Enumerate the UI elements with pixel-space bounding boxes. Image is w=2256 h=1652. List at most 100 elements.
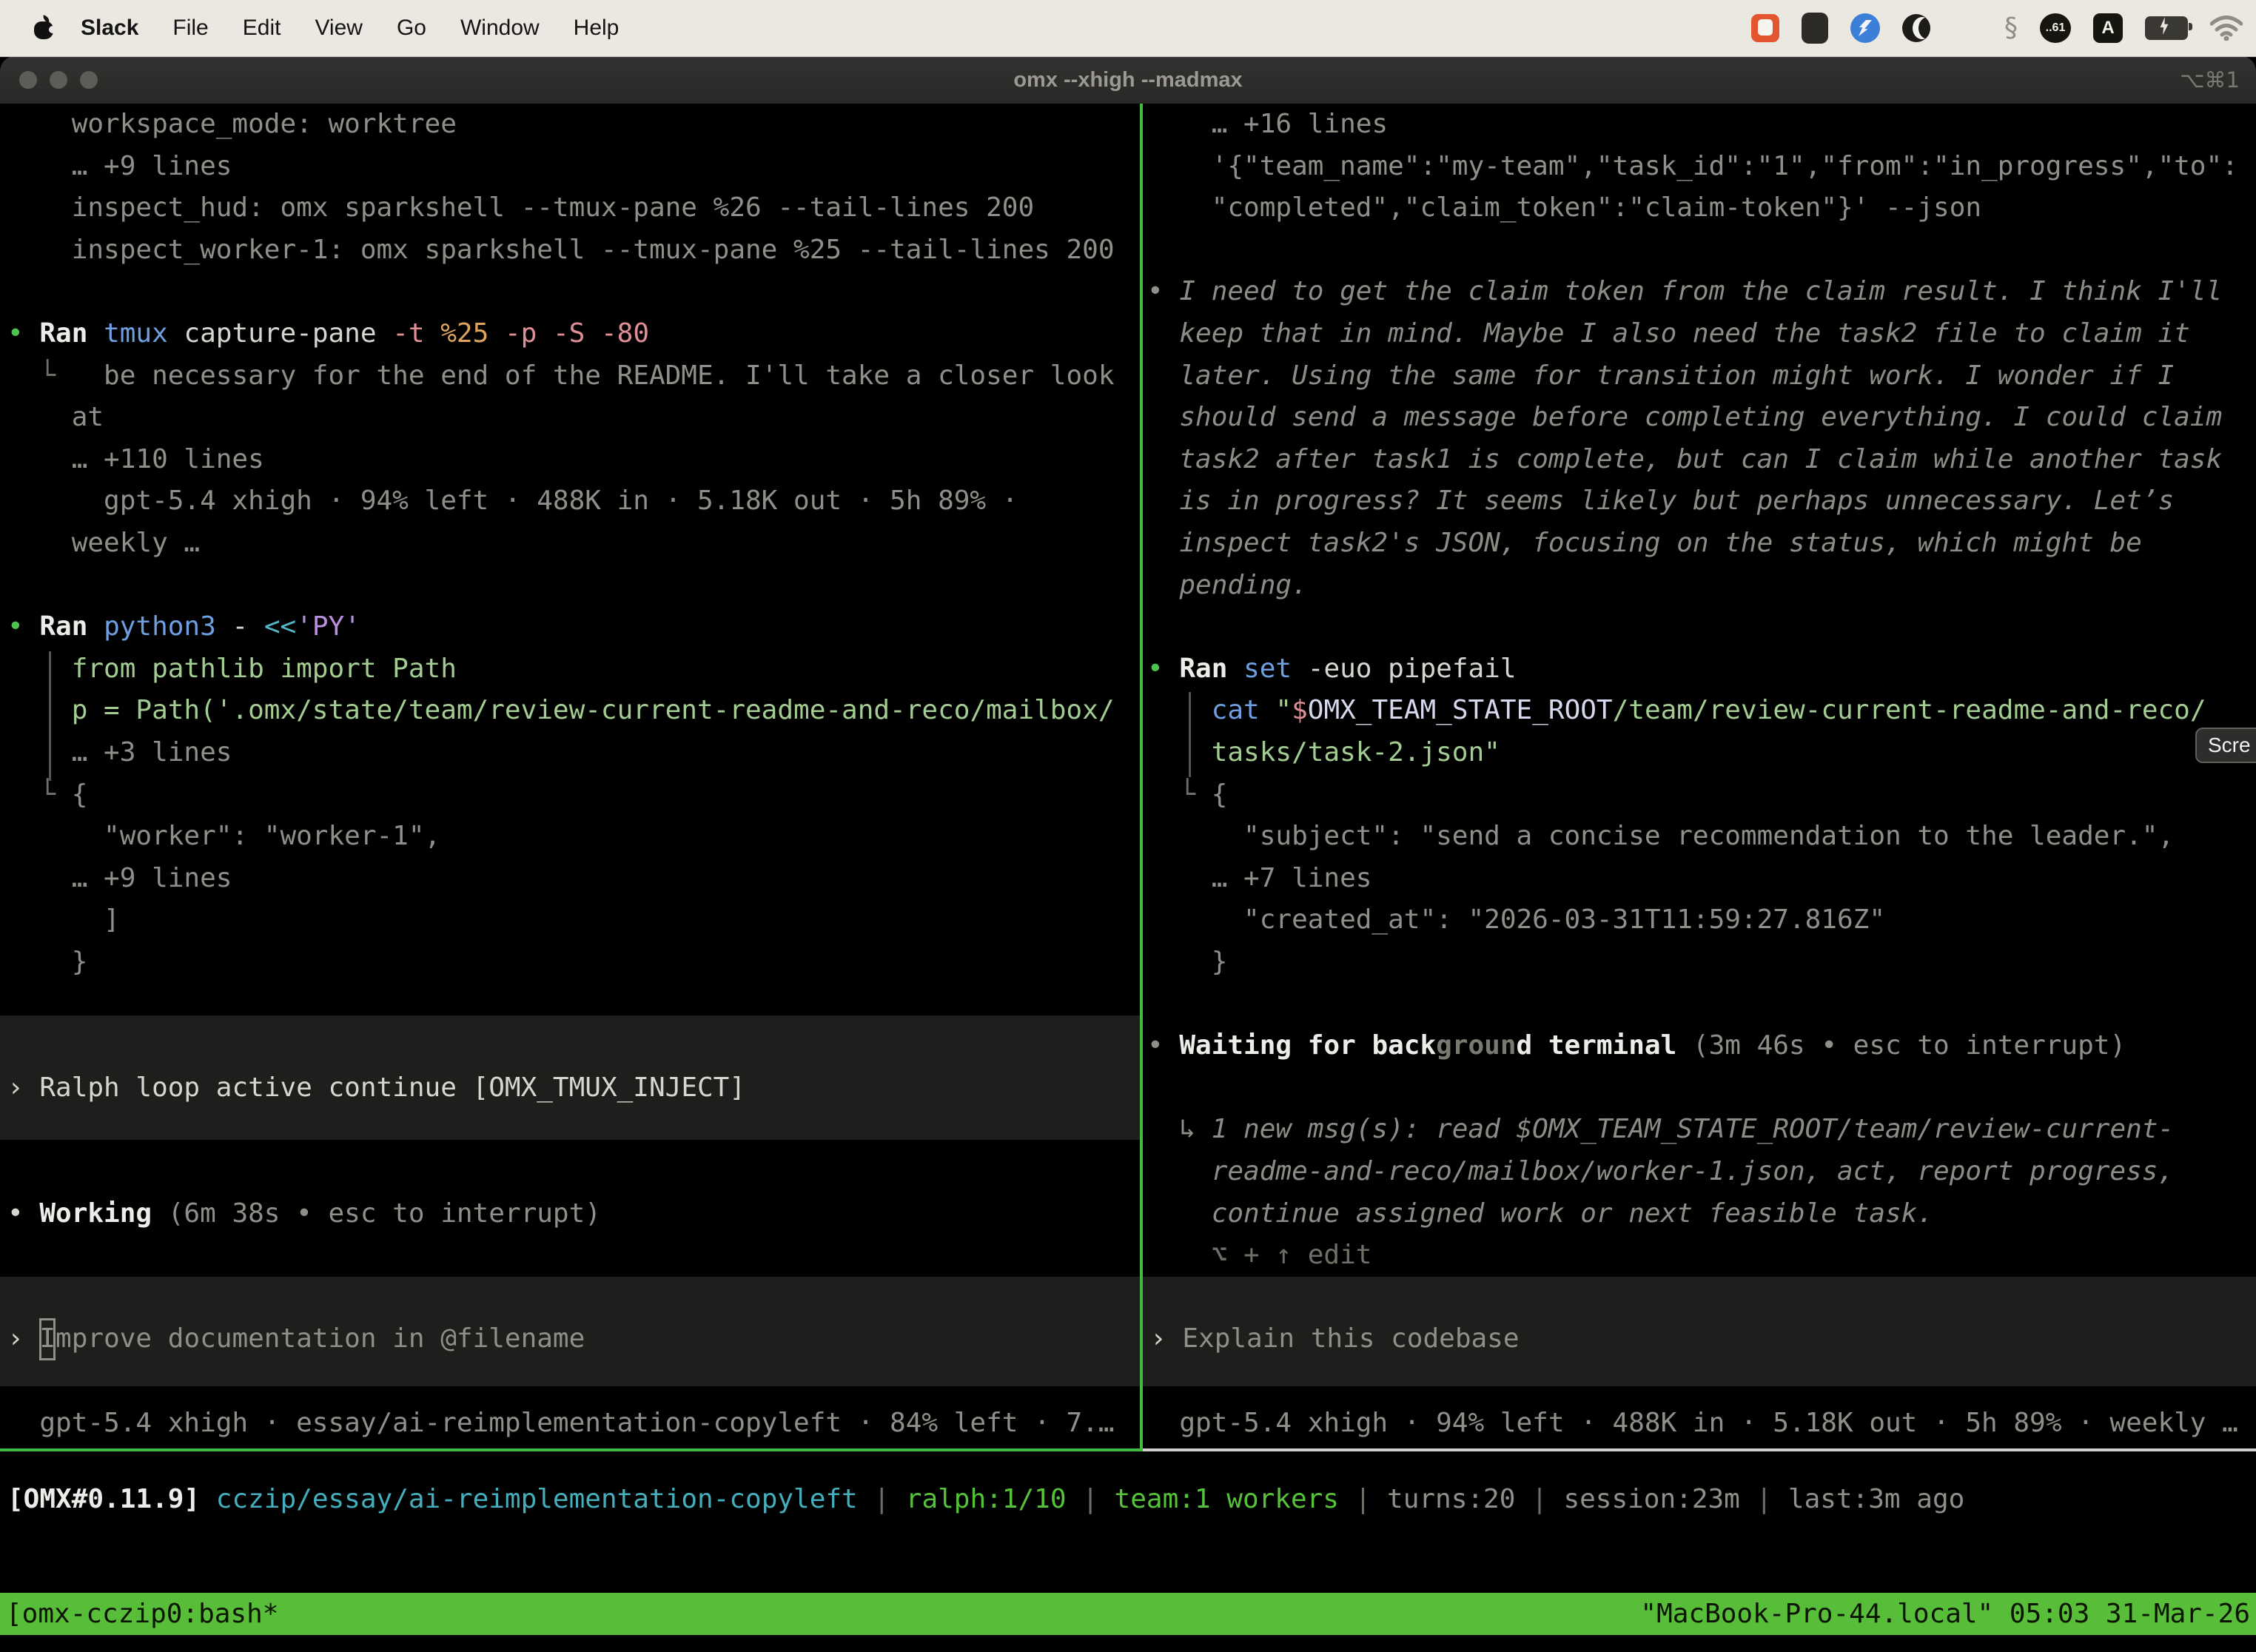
- terminal-line: "completed","claim_token":"claim-token"}…: [1147, 187, 1981, 229]
- pane-right[interactable]: … +16 lines '{"team_name":"my-team","tas…: [1147, 104, 2256, 1448]
- tmux-session-label: [omx-cczip0:bash*: [6, 1599, 278, 1629]
- text-segment: [200, 1484, 216, 1514]
- terminal-line: cat "$OMX_TEAM_STATE_ROOT/team/review-cu…: [1147, 690, 2206, 732]
- terminal-line: should send a message before completing …: [1147, 397, 2222, 439]
- text-segment: inspect task2's JSON, focusing on the st…: [1147, 528, 2142, 558]
- text-segment: gpt-5.4 xhigh · essay/ai-reimplementatio…: [7, 1408, 1115, 1438]
- text-segment: I need to get the claim token from the c…: [1179, 276, 2222, 306]
- tmux-host-clock: "MacBook-Pro-44.local" 05:03 31-Mar-26: [1640, 1599, 2250, 1629]
- terminal-line: from pathlib import Path: [7, 648, 457, 691]
- text-segment: continue assigned work or next feasible …: [1147, 1198, 1933, 1229]
- text-segment: weekly …: [7, 528, 200, 558]
- menu-help[interactable]: Help: [574, 16, 620, 41]
- terminal-line: gpt-5.4 xhigh · 94% left · 488K in · 5.1…: [7, 480, 1018, 523]
- text-segment: "completed","claim_token":"claim-token"}…: [1147, 192, 1981, 223]
- password-grid-icon[interactable]: [1802, 13, 1828, 44]
- text-segment: {: [1212, 779, 1228, 810]
- text-segment: Working: [39, 1198, 167, 1229]
- terminal-line: … +7 lines: [1147, 858, 1372, 900]
- terminal-line: pending.: [1147, 565, 1308, 607]
- terminal-content: › Ralph loop active continue [OMX_TMUX_I…: [0, 104, 2256, 1652]
- moon-icon[interactable]: [1902, 14, 1930, 42]
- text-segment: … +9 lines: [7, 863, 232, 893]
- apple-menu-icon[interactable]: [33, 16, 55, 41]
- terminal-line: … +110 lines: [7, 439, 264, 481]
- text-segment: -euo pipefail: [1308, 654, 1517, 684]
- terminal-line: • Waiting for background terminal (3m 46…: [1147, 1025, 2126, 1067]
- text-segment: •: [7, 611, 39, 642]
- terminal-line: • I need to get the claim token from the…: [1147, 271, 2222, 313]
- text-segment: pending.: [1147, 570, 1308, 600]
- text-segment: … +7 lines: [1147, 863, 1372, 893]
- input-source-badge[interactable]: A: [2093, 13, 2123, 43]
- terminal-line: └ {: [1147, 774, 1227, 816]
- menu-edit[interactable]: Edit: [243, 16, 281, 41]
- menu-file[interactable]: File: [172, 16, 208, 41]
- terminal-line: "subject": "send a concise recommendatio…: [1147, 816, 2174, 858]
- indent-guide: [1189, 692, 1191, 777]
- menu-go[interactable]: Go: [397, 16, 426, 41]
- text-segment: └: [7, 360, 104, 391]
- pane-left[interactable]: workspace_mode: worktree … +9 lines insp…: [7, 104, 1140, 1448]
- text-segment: groun: [1436, 1030, 1516, 1061]
- text-segment: set: [1243, 654, 1308, 684]
- text-segment: team:1 workers: [1115, 1484, 1339, 1514]
- text-segment: -80: [601, 318, 649, 349]
- messenger-icon[interactable]: [1850, 13, 1880, 43]
- text-segment: Ran: [39, 318, 104, 349]
- text-segment: └: [1147, 779, 1212, 810]
- text-segment: … +9 lines: [7, 151, 232, 181]
- text-segment: 'PY': [296, 611, 360, 642]
- text-segment: |: [1067, 1484, 1115, 1514]
- text-segment: capture-pane: [184, 318, 392, 349]
- terminal-line: inspect_hud: omx sparkshell --tmux-pane …: [7, 187, 1034, 229]
- terminal-line: weekly …: [7, 523, 200, 565]
- wifi-icon[interactable]: [2210, 16, 2243, 41]
- menu-view[interactable]: View: [315, 16, 362, 41]
- terminal-line: … +16 lines: [1147, 104, 1388, 146]
- text-segment: •: [1147, 276, 1179, 306]
- omx-status-line: [OMX#0.11.9] cczip/essay/ai-reimplementa…: [7, 1479, 1964, 1521]
- text-segment: Ran: [1179, 654, 1243, 684]
- text-segment: 1 new msg(s): read $OMX_TEAM_STATE_ROOT/…: [1212, 1114, 2174, 1144]
- text-segment: |: [858, 1484, 906, 1514]
- text-segment: d terminal: [1517, 1030, 1693, 1061]
- terminal-line: └ {: [7, 774, 87, 816]
- terminal-line: … +9 lines: [7, 858, 232, 900]
- text-segment: •: [1147, 654, 1179, 684]
- text-segment: cczip/essay/ai-reimplementation-copyleft: [216, 1484, 858, 1514]
- menu-bar: Slack File Edit View Go Window Help § ..…: [0, 0, 2256, 57]
- text-segment: task2 after task1 is complete, but can I…: [1147, 444, 2222, 474]
- text-segment: is in progress? It seems likely but perh…: [1147, 486, 2174, 516]
- text-segment: gpt-5.4 xhigh · 94% left · 488K in · 5.1…: [7, 486, 1018, 516]
- terminal-line: at: [7, 397, 104, 439]
- terminal-line: "worker": "worker-1",: [7, 816, 440, 858]
- terminal-line: ]: [7, 899, 120, 941]
- terminal-line: ↳ 1 new msg(s): read $OMX_TEAM_STATE_ROO…: [1147, 1109, 2174, 1151]
- text-segment: … +16 lines: [1147, 109, 1388, 139]
- text-segment: •: [1147, 1030, 1179, 1061]
- text-segment: -p: [505, 318, 553, 349]
- pane-divider[interactable]: [1140, 104, 1143, 1451]
- tooltip-label: Scre: [2208, 733, 2251, 757]
- screen-recording-icon[interactable]: [1751, 14, 1779, 42]
- text-segment: "worker": "worker-1",: [7, 821, 440, 851]
- text-segment: %25: [440, 318, 505, 349]
- title-bar[interactable]: omx --xhigh --madmax ⌥⌘1: [0, 56, 2256, 104]
- terminal-line: task2 after task1 is complete, but can I…: [1147, 439, 2222, 481]
- text-segment: p = Path('.omx/state/team/review-current…: [7, 695, 1115, 725]
- latency-badge[interactable]: ..61: [2040, 13, 2071, 43]
- squiggle-icon[interactable]: §: [2004, 13, 2018, 43]
- terminal-line: is in progress? It seems likely but perh…: [1147, 480, 2174, 523]
- text-segment: Ran: [39, 611, 104, 642]
- battery-icon[interactable]: [2145, 16, 2188, 40]
- terminal-line: └ be necessary for the end of the README…: [7, 355, 1115, 397]
- text-segment: last:3m ago: [1788, 1484, 1964, 1514]
- terminal-line: • Ran tmux capture-pane -t %25 -p -S -80: [7, 313, 649, 355]
- dots-grid-icon[interactable]: [1953, 13, 1982, 43]
- text-segment: '{"team_name":"my-team","task_id":"1","f…: [1147, 151, 2238, 181]
- menu-app-name[interactable]: Slack: [81, 16, 138, 41]
- terminal-line: ⌥ + ↑ edit: [1147, 1235, 1372, 1277]
- menu-window[interactable]: Window: [460, 16, 540, 41]
- terminal-line: '{"team_name":"my-team","task_id":"1","f…: [1147, 146, 2238, 188]
